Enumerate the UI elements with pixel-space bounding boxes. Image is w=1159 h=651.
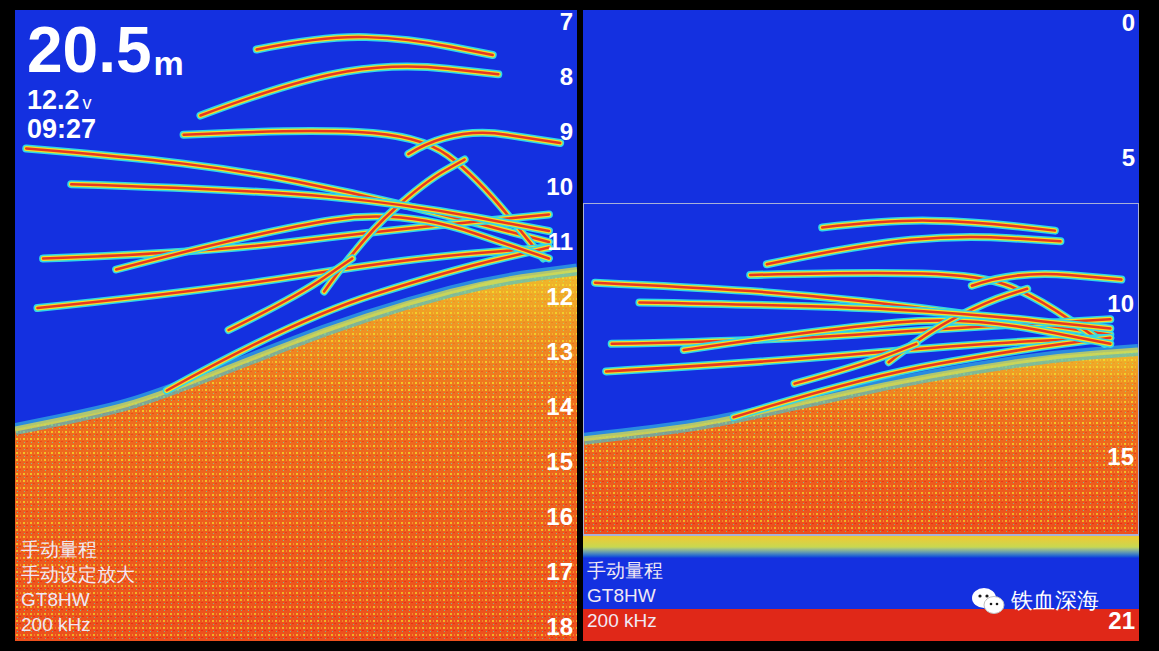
fish-trace bbox=[257, 37, 493, 55]
depth-value: 20.5 bbox=[27, 14, 152, 86]
overview-section: 05 bbox=[583, 10, 1139, 203]
settings-labels: 手动量程GT8HW200 kHz bbox=[587, 558, 663, 633]
readout: 20.5m12.2v09:27 bbox=[27, 14, 184, 144]
settings-label: GT8HW bbox=[21, 587, 135, 612]
voltage-readout: 12.2v bbox=[27, 86, 184, 114]
depth-tick: 16 bbox=[546, 503, 573, 531]
bottom-strip: 21 手动量程GT8HW200 kHz 铁血深海 bbox=[583, 535, 1139, 641]
settings-labels: 手动量程手动设定放大GT8HW200 kHz bbox=[21, 537, 135, 637]
depth-tick: 12 bbox=[546, 283, 573, 311]
fish-trace bbox=[734, 338, 1111, 418]
echo-canvas bbox=[15, 10, 577, 641]
fish-trace bbox=[889, 289, 1027, 362]
depth-tick: 7 bbox=[560, 8, 573, 36]
clock: 09:27 bbox=[27, 114, 184, 144]
fish-trace bbox=[795, 344, 917, 384]
depth-tick: 17 bbox=[546, 558, 573, 586]
fish-trace bbox=[767, 237, 1061, 264]
settings-label: 手动量程 bbox=[21, 537, 135, 562]
voltage-value: 12.2 bbox=[27, 86, 80, 114]
fish-trace bbox=[200, 67, 498, 116]
depth-tick: 18 bbox=[546, 613, 573, 641]
depth-unit: m bbox=[154, 40, 184, 86]
depth-tick: 10 bbox=[1107, 290, 1134, 318]
depth-tick: 13 bbox=[546, 338, 573, 366]
depth-tick: 15 bbox=[1107, 443, 1134, 471]
depth-tick: 5 bbox=[1122, 144, 1135, 172]
watermark-text: 铁血深海 bbox=[1011, 587, 1099, 615]
fish-trace bbox=[71, 184, 549, 231]
depth-tick: 10 bbox=[546, 173, 573, 201]
settings-label: 手动设定放大 bbox=[21, 562, 135, 587]
depth-tick: 14 bbox=[546, 393, 573, 421]
seabed-band bbox=[583, 609, 1139, 641]
fish-trace bbox=[229, 259, 353, 331]
watermark: 铁血深海 bbox=[971, 587, 1099, 615]
zoom-window: 10 15 bbox=[583, 203, 1139, 535]
voltage-unit: v bbox=[83, 92, 92, 114]
fish-trace bbox=[639, 303, 1110, 329]
bottom-echo-band bbox=[583, 536, 1139, 558]
settings-label: 200 kHz bbox=[21, 612, 135, 637]
depth-tick: 15 bbox=[546, 448, 573, 476]
settings-label: GT8HW bbox=[587, 583, 663, 608]
depth-tick: 8 bbox=[560, 63, 573, 91]
wechat-icon bbox=[971, 587, 1005, 615]
depth-tick: 0 bbox=[1122, 9, 1135, 37]
fish-trace bbox=[408, 133, 560, 154]
fish-trace bbox=[972, 274, 1122, 286]
fish-trace bbox=[822, 221, 1055, 231]
depth-readout: 20.5m bbox=[27, 14, 184, 86]
settings-label: 200 kHz bbox=[587, 608, 663, 633]
depth-tick: 21 bbox=[1108, 607, 1135, 635]
fish-trace bbox=[324, 160, 465, 292]
split-sonar-pane: 05 1015 21手动量程GT8HW200 kHz铁血深海 bbox=[583, 10, 1139, 641]
depth-tick: 9 bbox=[560, 118, 573, 146]
settings-label: 手动量程 bbox=[587, 558, 663, 583]
fish-trace bbox=[116, 217, 549, 270]
depth-tick: 11 bbox=[548, 228, 573, 256]
main-sonar-pane: 78910111213141516171820.5m12.2v09:27手动量程… bbox=[15, 10, 577, 641]
fish-trace bbox=[167, 248, 549, 391]
echo-canvas bbox=[584, 204, 1138, 534]
